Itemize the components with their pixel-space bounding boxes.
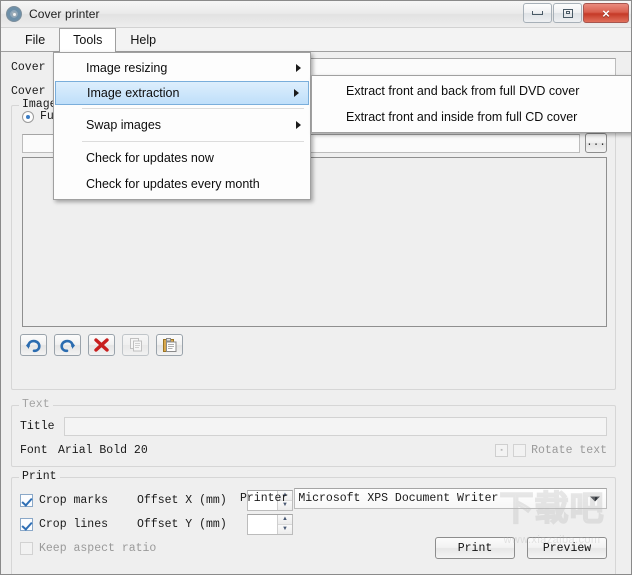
menu-item-check-updates-now[interactable]: Check for updates now bbox=[54, 145, 310, 171]
close-button[interactable]: × bbox=[583, 3, 629, 23]
cover-label-2: Cover bbox=[11, 84, 46, 98]
application-window: Cover printer × File Tools Help Cover Co… bbox=[0, 0, 632, 575]
paste-icon bbox=[162, 338, 176, 352]
chevron-down-icon bbox=[590, 496, 600, 501]
menu-item-swap-images[interactable]: Swap images bbox=[54, 112, 310, 138]
text-font-row: Font Arial Bold 20 ▪ Rotate text bbox=[20, 444, 607, 457]
window-title: Cover printer bbox=[29, 7, 100, 21]
text-group: Text Title Font Arial Bold 20 ▪ Rotate t… bbox=[11, 398, 616, 467]
submenu-item-extract-dvd[interactable]: Extract front and back from full DVD cov… bbox=[312, 78, 631, 104]
crop-lines-checkbox[interactable] bbox=[20, 517, 33, 531]
printer-select-value: Microsoft XPS Document Writer bbox=[298, 492, 499, 505]
paste-button[interactable] bbox=[156, 334, 183, 356]
minimize-button[interactable] bbox=[523, 3, 552, 23]
menu-separator bbox=[82, 141, 304, 142]
text-font-value[interactable]: Arial Bold 20 bbox=[58, 444, 148, 457]
menu-separator bbox=[82, 108, 304, 109]
minimize-icon bbox=[532, 11, 543, 15]
text-title-label: Title bbox=[20, 420, 55, 433]
print-button[interactable]: Print bbox=[435, 537, 515, 559]
full-radio-icon[interactable] bbox=[22, 110, 34, 123]
printer-select[interactable]: Microsoft XPS Document Writer bbox=[294, 488, 607, 509]
crop-marks-checkbox[interactable] bbox=[20, 493, 33, 507]
crop-marks-label: Crop marks bbox=[39, 493, 109, 507]
menu-bar: File Tools Help bbox=[1, 28, 631, 52]
print-group-caption: Print bbox=[19, 470, 60, 483]
delete-icon bbox=[94, 338, 109, 352]
text-font-label: Font bbox=[20, 444, 48, 457]
copy-icon bbox=[129, 338, 142, 352]
offset-y-label: Offset Y (mm) bbox=[137, 517, 227, 531]
menu-item-image-resizing-label: Image resizing bbox=[86, 61, 168, 75]
crop-lines-label: Crop lines bbox=[39, 517, 109, 531]
image-toolbar bbox=[20, 334, 183, 356]
rotate-text-row: ▪ Rotate text bbox=[495, 444, 607, 457]
title-bar: Cover printer × bbox=[1, 1, 631, 28]
menu-file[interactable]: File bbox=[11, 28, 59, 51]
chevron-right-icon bbox=[294, 89, 299, 97]
offset-x-label: Offset X (mm) bbox=[137, 493, 227, 507]
window-controls: × bbox=[523, 3, 629, 23]
delete-button[interactable] bbox=[88, 334, 115, 356]
undo-icon bbox=[26, 339, 41, 352]
keep-aspect-ratio-label: Keep aspect ratio bbox=[39, 541, 157, 555]
maximize-button[interactable] bbox=[553, 3, 582, 23]
redo-icon bbox=[60, 339, 75, 352]
menu-tools[interactable]: Tools bbox=[59, 28, 117, 52]
text-title-row: Title bbox=[20, 417, 607, 436]
chevron-right-icon bbox=[296, 121, 301, 129]
menu-item-image-resizing[interactable]: Image resizing bbox=[54, 55, 310, 81]
text-title-input bbox=[64, 417, 607, 436]
maximize-icon bbox=[562, 8, 573, 18]
image-extraction-submenu: Extract front and back from full DVD cov… bbox=[311, 75, 631, 133]
menu-item-image-extraction-label: Image extraction bbox=[87, 86, 180, 100]
print-group: Print Crop marks Offset X (mm) ▲ ▼ Crop … bbox=[11, 470, 616, 574]
preview-button[interactable]: Preview bbox=[527, 537, 607, 559]
text-group-caption: Text bbox=[19, 398, 53, 411]
tools-dropdown-menu: Image resizing Image extraction Swap ima… bbox=[53, 52, 311, 200]
copy-button bbox=[122, 334, 149, 356]
print-actions: Print Preview bbox=[240, 537, 607, 559]
menu-help[interactable]: Help bbox=[116, 28, 170, 51]
printer-label: Printer bbox=[240, 492, 289, 505]
menu-item-swap-images-label: Swap images bbox=[86, 118, 162, 132]
chevron-right-icon bbox=[296, 64, 301, 72]
menu-item-image-extraction[interactable]: Image extraction bbox=[55, 81, 309, 105]
rotate-text-label: Rotate text bbox=[531, 444, 607, 457]
disc-icon bbox=[6, 5, 23, 23]
undo-button[interactable] bbox=[20, 334, 47, 356]
menu-item-check-updates-monthly[interactable]: Check for updates every month bbox=[54, 171, 310, 197]
cover-label-1: Cover bbox=[11, 60, 46, 74]
printer-panel: Printer Microsoft XPS Document Writer Pr… bbox=[240, 488, 607, 559]
rotate-text-checkbox bbox=[513, 444, 527, 457]
browse-button[interactable]: ... bbox=[585, 133, 607, 153]
redo-button[interactable] bbox=[54, 334, 81, 356]
color-swatch-icon: ▪ bbox=[495, 444, 509, 457]
submenu-item-extract-cd[interactable]: Extract front and inside from full CD co… bbox=[312, 104, 631, 130]
keep-aspect-ratio-checkbox bbox=[20, 541, 33, 555]
printer-row: Printer Microsoft XPS Document Writer bbox=[240, 488, 607, 509]
close-icon: × bbox=[602, 5, 610, 21]
